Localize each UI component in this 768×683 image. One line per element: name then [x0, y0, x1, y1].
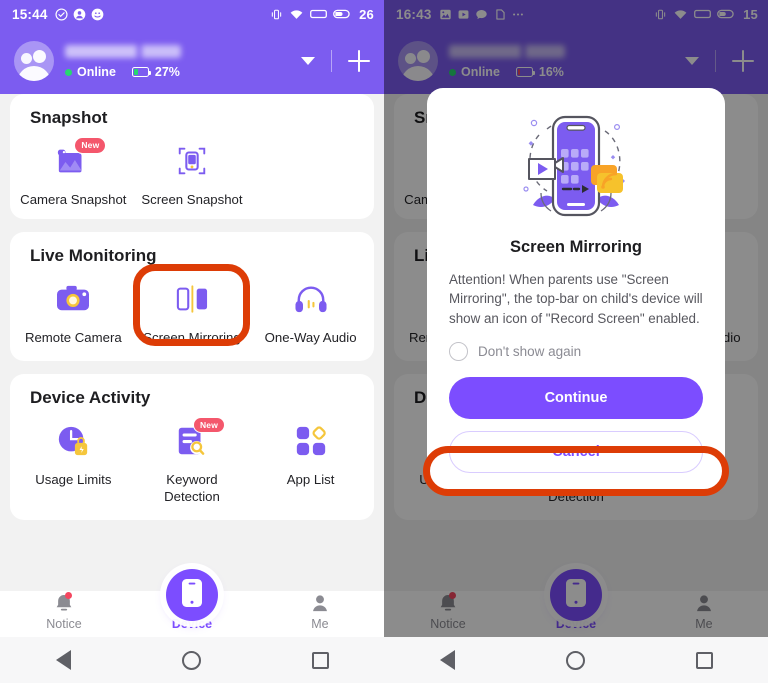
screen-mirroring-dialog: Screen Mirroring Attention! When parents… [423, 88, 729, 496]
dont-show-again-label: Don't show again [478, 344, 582, 360]
tile-remote-camera[interactable]: Remote Camera [14, 272, 133, 347]
card-title: Live Monitoring [30, 245, 157, 265]
battery-icon [333, 8, 352, 20]
left-device-header: Online 27% [0, 28, 384, 94]
back-icon[interactable] [439, 650, 455, 670]
badge-new: New [74, 137, 107, 154]
nav-label: Notice [46, 617, 82, 631]
signal-icon [310, 8, 328, 20]
screen-mirroring-icon [174, 278, 210, 320]
tile-screen-snapshot[interactable]: Screen Snapshot [133, 134, 252, 209]
device-battery-percent: 27% [154, 65, 180, 79]
screen-mirroring-illustration [449, 104, 703, 232]
card-title: Snapshot [30, 108, 108, 127]
badge-new: New [192, 416, 226, 434]
tile-keyword-detection[interactable]: New Keyword Detection [133, 414, 252, 507]
cancel-button[interactable]: Cancel [449, 431, 703, 474]
header-divider [331, 50, 332, 72]
tile-one-way-audio[interactable]: One-Way Audio [251, 272, 370, 347]
avatar[interactable] [14, 41, 54, 81]
status-right-icons: 26 [270, 7, 374, 22]
radio-circle-icon [449, 342, 468, 362]
battery-percent-status: 26 [359, 6, 374, 22]
continue-button[interactable]: Continue [449, 377, 703, 420]
tile-screen-mirroring[interactable]: Screen Mirroring [133, 272, 252, 347]
dialog-body-text: Attention! When parents use "Screen Mirr… [449, 272, 703, 326]
device-battery: 27% [131, 65, 180, 79]
left-content: Snapshot New Camera Snapshot Screen Snap… [0, 94, 384, 591]
card-title: Device Activity [30, 387, 151, 407]
tile-label: Camera Snapshot [20, 192, 127, 207]
person-circle-icon [73, 8, 86, 21]
tile-label: One-Way Audio [264, 329, 357, 345]
card-live-monitoring: Live Monitoring Remote Camera Screen Mir… [10, 231, 374, 361]
back-icon[interactable] [55, 650, 71, 670]
tile-app-list[interactable]: App List [251, 414, 370, 507]
home-icon[interactable] [181, 650, 201, 670]
right-phone-screen: 16:43 15 Online 16% Detection Notice Dev… [384, 0, 768, 683]
card-snapshot: Snapshot New Camera Snapshot Screen Snap… [10, 94, 374, 219]
device-info: Online 27% [65, 43, 301, 79]
right-system-nav [384, 637, 768, 683]
left-phone-screen: 15:44 26 Online 27% Snapshot New Camera … [0, 0, 384, 683]
card-device-activity: Device Activity Usage Limits New Keyword… [10, 373, 374, 521]
tile-label: Remote Camera [24, 329, 122, 345]
recents-icon[interactable] [311, 651, 329, 669]
left-system-nav [0, 637, 384, 683]
wifi-icon [289, 8, 304, 21]
tile-label: App List [286, 471, 335, 487]
status-left-icons [54, 7, 104, 21]
app-list-icon [294, 420, 328, 462]
tile-camera-snapshot[interactable]: New Camera Snapshot [14, 134, 133, 209]
status-time: 15:44 [12, 6, 48, 22]
notification-dot [64, 592, 72, 599]
recents-icon[interactable] [695, 651, 713, 669]
online-status-dot [65, 68, 72, 76]
tile-usage-limits[interactable]: Usage Limits [14, 414, 133, 507]
dont-show-again-checkbox[interactable]: Don't show again [449, 342, 703, 362]
dual-screenshot: 15:44 26 Online 27% Snapshot New Camera … [0, 0, 768, 683]
screen-snapshot-icon [175, 140, 209, 182]
device-name-blurred [65, 45, 181, 58]
nav-label: Me [311, 617, 329, 631]
person-icon [309, 591, 331, 615]
header-actions [301, 50, 370, 72]
home-icon[interactable] [565, 650, 585, 670]
bell-icon [53, 591, 75, 615]
tile-label: Keyword Detection [164, 471, 220, 505]
nav-item-me[interactable]: Me [256, 591, 384, 631]
left-status-bar: 15:44 26 [0, 0, 384, 28]
vibrate-icon [270, 8, 283, 21]
tile-label: Screen Mirroring [143, 329, 241, 345]
camera-snapshot-icon: New [54, 137, 107, 182]
nav-item-notice[interactable]: Notice [0, 591, 128, 631]
check-circle-icon [54, 7, 68, 21]
clock-icon [91, 8, 104, 21]
phone-icon [181, 578, 203, 613]
tile-label: Screen Snapshot [141, 192, 243, 207]
tile-label: Usage Limits [35, 471, 112, 487]
chevron-down-icon[interactable] [301, 57, 315, 65]
usage-limits-icon [55, 420, 91, 462]
one-way-audio-icon [293, 278, 329, 320]
plus-icon[interactable] [348, 50, 370, 72]
tile-empty [251, 134, 370, 209]
nav-item-device-fab[interactable] [166, 569, 218, 621]
remote-camera-icon [54, 278, 92, 320]
keyword-detection-icon: New [174, 416, 226, 462]
online-label: Online [77, 65, 116, 79]
dialog-title: Screen Mirroring [509, 238, 643, 256]
